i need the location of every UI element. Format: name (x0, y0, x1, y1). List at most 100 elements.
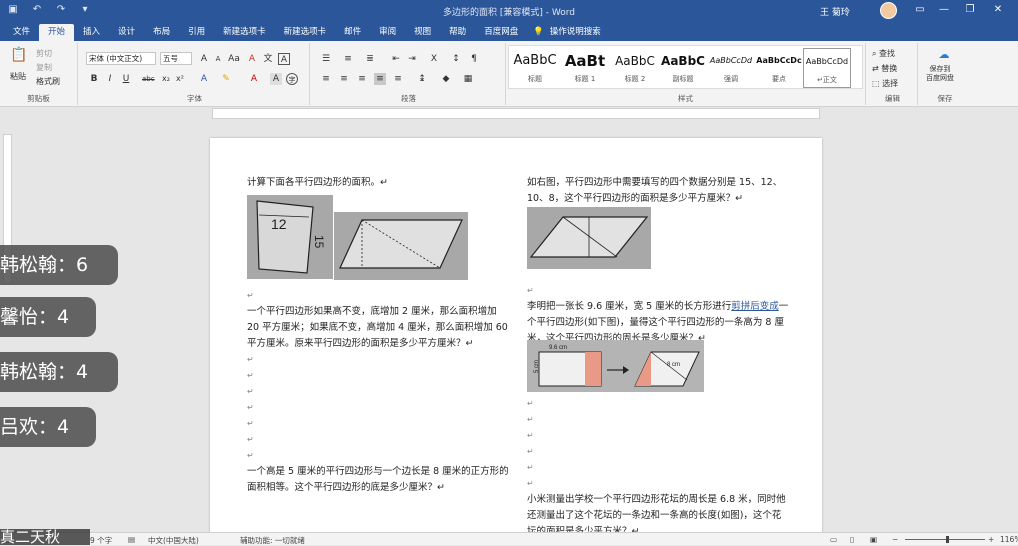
tab-help[interactable]: 帮助 (440, 24, 475, 41)
tab-home[interactable]: 开始 (39, 24, 75, 41)
user-name[interactable]: 王 菊玲 (820, 5, 850, 18)
show-marks-icon[interactable]: ¶ (468, 53, 480, 65)
text-effects-icon[interactable]: A (198, 73, 210, 85)
find-button[interactable]: ⌕ 查找 (872, 48, 895, 59)
print-layout-icon[interactable]: ▯ (850, 535, 854, 544)
font-size-combo[interactable]: 五号 (160, 52, 192, 65)
distributed-icon[interactable]: ≡ (392, 73, 404, 85)
align-left-icon[interactable]: ≡ (320, 73, 332, 85)
tab-new-1[interactable]: 新建选项卡 (214, 24, 275, 41)
superscript-icon[interactable]: x² (174, 73, 186, 85)
replace-icon: ⇄ (872, 64, 879, 73)
strikethrough-icon[interactable]: abc (142, 73, 155, 85)
format-painter-button[interactable]: 格式刷 (36, 76, 60, 87)
ribbon-display-icon[interactable]: ▭ (912, 3, 928, 17)
increase-indent-icon[interactable]: ⇥ (406, 53, 418, 65)
char-shading-icon[interactable]: A (270, 73, 282, 85)
style-preview: AaBbC (615, 54, 655, 68)
bullets-icon[interactable]: ☰ (320, 53, 332, 65)
shading-icon[interactable]: ◆ (440, 73, 452, 85)
decrease-indent-icon[interactable]: ⇤ (390, 53, 402, 65)
subscript-icon[interactable]: x₂ (160, 73, 172, 85)
paste-button[interactable]: 粘贴 (10, 71, 26, 82)
style-name: ↵正文 (817, 76, 837, 84)
numbering-icon[interactable]: ≡ (342, 53, 354, 65)
accessibility-status[interactable]: 辅助功能: 一切就绪 (240, 535, 305, 546)
document-page[interactable]: 计算下面各平行四边形的面积。↵ 12 15 ↵ 一个平行四边形如果高不变，底增加… (210, 138, 822, 533)
zoom-level[interactable]: 116% (1000, 535, 1018, 544)
tab-file[interactable]: 文件 (4, 24, 39, 41)
left-q3[interactable]: 一个高是 5 厘米的平行四边形与一个边长是 8 厘米的正方形的面积相等。这个平行… (247, 464, 509, 496)
ruler-track[interactable] (212, 108, 820, 119)
bold-icon[interactable]: B (88, 73, 100, 85)
tab-mailings[interactable]: 邮件 (335, 24, 370, 41)
line-spacing-icon[interactable]: ↨ (416, 73, 428, 85)
font-color-icon[interactable]: A (248, 73, 260, 85)
style-heading-2[interactable]: AaBbC 标题 2 (611, 48, 659, 88)
right-q2-link[interactable]: 剪拼后变成 (731, 301, 779, 312)
grow-font-icon[interactable]: A (198, 53, 210, 65)
select-button[interactable]: ⬚ 选择 (872, 78, 898, 89)
style-subtitle[interactable]: AaBbC 副标题 (659, 48, 707, 88)
tab-layout[interactable]: 布局 (144, 24, 179, 41)
zoom-slider-thumb[interactable] (946, 536, 949, 543)
style-emphasis[interactable]: AaBbCcDd 强调 (707, 48, 755, 88)
save-to-baidu-button[interactable]: 保存到 百度网盘 (926, 65, 954, 83)
left-q2[interactable]: 一个平行四边形如果高不变，底增加 2 厘米，那么面积增加 20 平方厘米；如果底… (247, 304, 509, 352)
enclose-char-icon[interactable]: 字 (286, 73, 298, 85)
style-normal[interactable]: AaBbCcDd ↵正文 (803, 48, 851, 88)
close-icon[interactable]: ✕ (990, 3, 1006, 17)
paste-icon[interactable]: 📋 (10, 48, 27, 67)
read-mode-icon[interactable]: ▭ (830, 535, 837, 544)
replace-button[interactable]: ⇄ 替换 (872, 63, 897, 74)
zoom-slider[interactable] (905, 539, 985, 540)
minimize-icon[interactable]: — (936, 3, 952, 17)
align-center-icon[interactable]: ≡ (338, 73, 350, 85)
clear-format-icon[interactable]: A (246, 53, 258, 65)
right-q3[interactable]: 小米测量出学校一个平行四边形花坛的周长是 6.8 米，同时他还测量出了这个花坛的… (527, 492, 789, 533)
right-q1[interactable]: 如右图，平行四边形中需要填写的四个数据分别是 15、12、10、8，这个平行四边… (527, 175, 789, 207)
style-heading-1[interactable]: AaBt 标题 1 (561, 48, 609, 88)
tab-design[interactable]: 设计 (109, 24, 144, 41)
style-preview: AaBbCcDd (709, 56, 753, 65)
phonetic-icon[interactable]: 文 (262, 53, 274, 65)
char-border-icon[interactable]: A (278, 53, 290, 65)
web-layout-icon[interactable]: ▣ (870, 535, 877, 544)
word-count[interactable]: 9 个字 (90, 535, 112, 546)
italic-icon[interactable]: I (104, 73, 116, 85)
empty-paragraph: ↵ (247, 291, 254, 300)
justify-icon[interactable]: ≡ (374, 73, 386, 85)
tell-me-search[interactable]: 操作说明搜索 (544, 24, 601, 41)
proofing-icon[interactable]: ▤ (128, 535, 135, 544)
tab-references[interactable]: 引用 (179, 24, 214, 41)
tab-baidu[interactable]: 百度网盘 (475, 24, 527, 41)
borders-icon[interactable]: ▦ (462, 73, 474, 85)
copy-button[interactable]: 复制 (36, 62, 52, 73)
underline-icon[interactable]: U (120, 73, 132, 85)
horizontal-ruler[interactable] (0, 107, 1018, 120)
baidu-cloud-icon[interactable]: ☁ (938, 49, 950, 61)
fig1-label-15: 15 (312, 235, 326, 249)
cut-button[interactable]: 剪切 (36, 48, 52, 59)
tab-review[interactable]: 审阅 (370, 24, 405, 41)
chinese-layout-icon[interactable]: X (428, 53, 440, 65)
left-q1[interactable]: 计算下面各平行四边形的面积。↵ (247, 175, 509, 191)
style-title[interactable]: AaBbC 标题 (511, 48, 559, 88)
zoom-out-icon[interactable]: − (892, 535, 898, 544)
tab-insert[interactable]: 插入 (74, 24, 109, 41)
align-right-icon[interactable]: ≡ (356, 73, 368, 85)
restore-icon[interactable]: ❐ (962, 3, 978, 17)
shrink-font-icon[interactable]: A (212, 53, 224, 65)
avatar[interactable] (880, 2, 897, 19)
highlight-icon[interactable]: ✎ (220, 73, 232, 85)
font-name-combo[interactable]: 宋体 (中文正文) (86, 52, 156, 65)
editing-group: ⌕ 查找 ⇄ 替换 ⬚ 选择 编辑 (868, 43, 918, 105)
tab-new-2[interactable]: 新建选项卡 (275, 24, 336, 41)
zoom-in-icon[interactable]: + (988, 535, 994, 544)
tab-view[interactable]: 视图 (405, 24, 440, 41)
multilevel-list-icon[interactable]: ≣ (364, 53, 376, 65)
change-case-icon[interactable]: Aa (228, 53, 240, 65)
sort-icon[interactable]: ↕ (450, 53, 462, 65)
language-status[interactable]: 中文(中国大陆) (148, 535, 199, 546)
style-strong[interactable]: AaBbCcDc 要点 (755, 48, 803, 88)
